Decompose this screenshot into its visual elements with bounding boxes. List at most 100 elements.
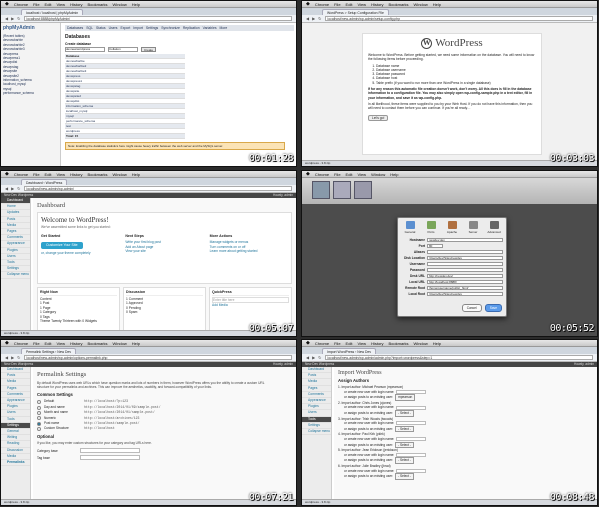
menu-window[interactable]: Window — [113, 172, 127, 177]
new-user-input[interactable] — [396, 468, 427, 473]
menu-help[interactable]: Help — [132, 2, 140, 7]
submenu-permalinks[interactable]: Permalinks — [1, 460, 30, 467]
site-thumbnail[interactable] — [333, 181, 351, 199]
tab-server[interactable]: Server — [466, 221, 480, 234]
menu-help[interactable]: Help — [433, 2, 441, 7]
radio-button-selected[interactable] — [37, 421, 41, 426]
assign-select[interactable]: - Select - — [395, 425, 414, 433]
assign-select[interactable]: - Select - — [395, 473, 414, 480]
site-thumbnail[interactable] — [312, 181, 330, 199]
collation-select[interactable]: Collation — [108, 47, 138, 52]
menu-chrome[interactable]: Chrome — [315, 2, 329, 7]
apple-icon[interactable]: ◆ — [5, 1, 9, 7]
back-icon[interactable]: ◀ — [306, 355, 309, 360]
assign-select[interactable]: - Select - — [395, 441, 414, 449]
back-icon[interactable]: ◀ — [306, 16, 309, 21]
menu-file[interactable]: File — [33, 2, 39, 7]
local-root-field[interactable]: /Users/dev/Sites/newdev — [427, 291, 503, 297]
menu-window[interactable]: Window — [414, 341, 428, 346]
menu-view[interactable]: View — [357, 341, 366, 346]
reload-icon[interactable]: ↻ — [17, 355, 20, 360]
tab-sql[interactable]: SQL — [86, 26, 93, 30]
menu-edit[interactable]: Edit — [346, 172, 353, 177]
port-field[interactable]: 80 — [427, 243, 443, 249]
radio-button[interactable] — [37, 410, 41, 415]
local-url-field[interactable]: http://localhost:8888/ — [427, 279, 503, 285]
menu-file[interactable]: File — [334, 341, 340, 346]
menu-bookmarks[interactable]: Bookmarks — [88, 2, 108, 7]
new-user-input[interactable] — [396, 405, 427, 410]
menu-bookmarks[interactable]: Bookmarks — [88, 341, 108, 346]
site-name-link[interactable]: New Dev Wordpress — [4, 193, 33, 197]
tab-settings[interactable]: Settings — [146, 26, 158, 30]
menu-window[interactable]: Window — [371, 172, 385, 177]
menu-collapse[interactable]: Collapse menu — [302, 429, 331, 436]
menu-help[interactable]: Help — [390, 172, 398, 177]
menu-bookmarks[interactable]: Bookmarks — [88, 172, 108, 177]
menu-view[interactable]: View — [56, 341, 65, 346]
tab-users[interactable]: Users — [109, 26, 118, 30]
menu-chrome[interactable]: Chrome — [14, 341, 28, 346]
menu-edit[interactable]: Edit — [346, 341, 353, 346]
password-field[interactable] — [427, 267, 503, 273]
reload-icon[interactable]: ↻ — [318, 16, 321, 21]
learn-more-link[interactable]: Learn more about getting started — [210, 249, 288, 254]
tab-synchronize[interactable]: Synchronize — [161, 26, 180, 30]
new-user-input[interactable] — [396, 389, 427, 394]
remote-root-field[interactable]: /home/username/public_html/ — [427, 285, 503, 291]
radio-button[interactable] — [37, 427, 41, 432]
customize-button[interactable]: Customize Your Site — [41, 241, 83, 249]
forward-icon[interactable]: ▶ — [312, 16, 315, 21]
url-field[interactable]: localhost/new-admin/wp-admin/options-per… — [23, 355, 292, 360]
add-media-button[interactable]: Add Media — [212, 303, 289, 308]
box-line[interactable]: 0 Spam — [126, 310, 203, 315]
reload-icon[interactable]: ↻ — [17, 16, 20, 21]
tab-replication[interactable]: Replication — [183, 26, 200, 30]
sidebar-db[interactable]: performance_schema — [3, 91, 58, 95]
tab-variables[interactable]: Variables — [203, 26, 217, 30]
menu-bookmarks[interactable]: Bookmarks — [389, 2, 409, 7]
tab-ports[interactable]: Ports — [424, 221, 438, 234]
assign-select[interactable]: - Select - — [395, 457, 414, 464]
menu-file[interactable]: File — [33, 341, 39, 346]
tab-databases[interactable]: Databases — [67, 26, 83, 30]
menu-history[interactable]: History — [371, 2, 383, 7]
tab-advanced[interactable]: Advanced — [487, 221, 501, 234]
disk-location-field[interactable]: /Users/dev/Sites/newdev — [427, 255, 503, 261]
menu-help[interactable]: Help — [132, 172, 140, 177]
tab-apache[interactable]: Apache — [445, 221, 459, 234]
username-field[interactable] — [427, 261, 503, 267]
reload-icon[interactable]: ↻ — [318, 355, 321, 360]
menu-help[interactable]: Help — [132, 341, 140, 346]
menu-file[interactable]: File — [33, 172, 39, 177]
radio-button[interactable] — [37, 416, 41, 421]
forward-icon[interactable]: ▶ — [11, 16, 14, 21]
tag-base-input[interactable] — [80, 455, 140, 461]
menu-chrome[interactable]: Chrome — [14, 2, 28, 7]
menu-history[interactable]: History — [70, 2, 82, 7]
url-field[interactable]: localhost/new-admin/wp-admin/ — [23, 186, 292, 191]
site-thumbnail[interactable] — [354, 181, 372, 199]
category-base-input[interactable] — [80, 448, 140, 454]
save-button[interactable]: Save — [484, 304, 502, 312]
apple-icon[interactable]: ◆ — [5, 171, 9, 177]
new-user-input[interactable] — [396, 452, 427, 457]
forward-icon[interactable]: ▶ — [312, 355, 315, 360]
reload-icon[interactable]: ↻ — [17, 186, 20, 191]
menu-file[interactable]: File — [334, 2, 340, 7]
menu-chrome[interactable]: Chrome — [315, 172, 329, 177]
create-button[interactable]: Create — [141, 47, 157, 52]
apple-icon[interactable]: ◆ — [306, 1, 310, 7]
forward-icon[interactable]: ▶ — [11, 355, 14, 360]
menu-edit[interactable]: Edit — [346, 2, 353, 7]
menu-window[interactable]: Window — [414, 2, 428, 7]
menu-view[interactable]: View — [56, 172, 65, 177]
tab-export[interactable]: Export — [121, 26, 131, 30]
new-user-input[interactable] — [396, 437, 427, 442]
back-icon[interactable]: ◀ — [5, 355, 8, 360]
assign-select[interactable]: mpearson — [395, 394, 416, 401]
desk-url-field[interactable]: http://newdev.dev/ — [427, 273, 503, 279]
menu-history[interactable]: History — [371, 341, 383, 346]
menu-edit[interactable]: Edit — [45, 172, 52, 177]
assign-select[interactable]: - Select - — [395, 409, 414, 417]
